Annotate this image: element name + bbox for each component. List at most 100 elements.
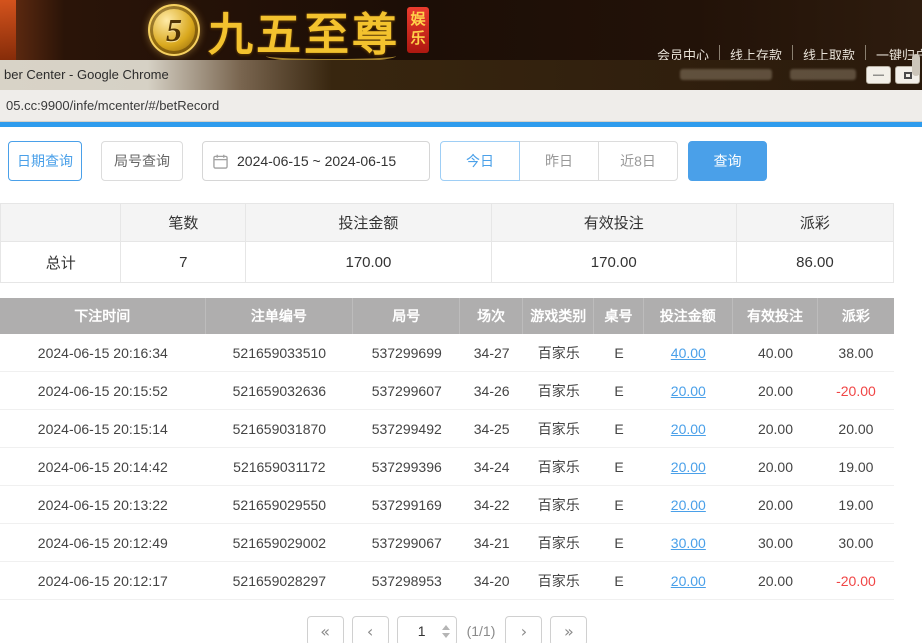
bet-amount-link[interactable]: 20.00 xyxy=(671,497,706,513)
game-type-cell: 百家乐 xyxy=(523,334,595,371)
table-row: 2024-06-15 20:13:22 521659029550 5372991… xyxy=(0,486,894,524)
summary-corner-cell xyxy=(1,204,121,241)
summary-header-valid-bet: 有效投注 xyxy=(492,204,737,241)
date-range-picker[interactable]: 2024-06-15 ~ 2024-06-15 xyxy=(202,141,430,181)
last-8-days-button[interactable]: 近8日 xyxy=(598,141,678,181)
summary-payout-value: 86.00 xyxy=(737,242,893,282)
header-bet-amount: 投注金额 xyxy=(644,298,733,334)
scrollbar-thumb[interactable] xyxy=(912,54,920,76)
valid-bet-cell: 20.00 xyxy=(733,486,818,523)
session-cell: 34-22 xyxy=(460,486,523,523)
game-type-cell: 百家乐 xyxy=(523,448,595,485)
slip-no-cell: 521659033510 xyxy=(206,334,354,371)
game-type-cell: 百家乐 xyxy=(523,372,595,409)
summary-total-row: 总计 7 170.00 170.00 86.00 xyxy=(1,242,893,282)
summary-header-count: 笔数 xyxy=(121,204,246,241)
header-valid-bet: 有效投注 xyxy=(733,298,818,334)
bet-amount-link[interactable]: 30.00 xyxy=(671,535,706,551)
bet-amount-link[interactable]: 20.00 xyxy=(671,421,706,437)
summary-header-bet-amount: 投注金额 xyxy=(246,204,491,241)
header-table-no: 桌号 xyxy=(594,298,643,334)
header-round-no: 局号 xyxy=(353,298,460,334)
yesterday-button[interactable]: 昨日 xyxy=(519,141,599,181)
slip-no-cell: 521659031870 xyxy=(206,410,354,447)
round-query-tab[interactable]: 局号查询 xyxy=(101,141,183,181)
table-no-cell: E xyxy=(594,334,643,371)
restore-icon xyxy=(904,72,912,79)
summary-total-label: 总计 xyxy=(1,242,121,282)
payout-cell: 20.00 xyxy=(818,410,894,447)
logo-flourish-decoration xyxy=(266,50,396,60)
payout-cell: 19.00 xyxy=(818,486,894,523)
spinner-down-icon[interactable] xyxy=(442,633,450,638)
page-info: (1/1) xyxy=(465,623,498,639)
valid-bet-cell: 20.00 xyxy=(733,410,818,447)
background-window-artifact xyxy=(790,69,856,80)
calendar-icon xyxy=(213,154,228,169)
bet-amount-link[interactable]: 20.00 xyxy=(671,573,706,589)
minimize-button[interactable]: — xyxy=(866,66,891,84)
bet-time-cell: 2024-06-15 20:12:49 xyxy=(0,524,206,561)
nav-item-member-center[interactable]: 会员中心 xyxy=(647,45,719,60)
round-no-cell: 537298953 xyxy=(353,562,460,599)
browser-addressbar[interactable]: 05.cc:9900/infe/mcenter/#/betRecord xyxy=(0,90,922,122)
game-type-cell: 百家乐 xyxy=(523,524,595,561)
bet-amount-link[interactable]: 20.00 xyxy=(671,459,706,475)
round-no-cell: 537299396 xyxy=(353,448,460,485)
quick-date-group: 今日 昨日 近8日 xyxy=(440,141,678,181)
table-row: 2024-06-15 20:15:14 521659031870 5372994… xyxy=(0,410,894,448)
spinner-up-icon[interactable] xyxy=(442,625,450,630)
table-row: 2024-06-15 20:15:52 521659032636 5372996… xyxy=(0,372,894,410)
header-game-type: 游戏类别 xyxy=(523,298,595,334)
bet-amount-link[interactable]: 40.00 xyxy=(671,345,706,361)
logo-coin-icon: 5 xyxy=(148,4,200,56)
banner-glow-decoration xyxy=(0,0,16,60)
logo-badge: 娱乐 xyxy=(407,7,429,53)
round-no-cell: 537299169 xyxy=(353,486,460,523)
slip-no-cell: 521659028297 xyxy=(206,562,354,599)
payout-cell: 19.00 xyxy=(818,448,894,485)
table-no-cell: E xyxy=(594,524,643,561)
session-cell: 34-21 xyxy=(460,524,523,561)
session-cell: 34-26 xyxy=(460,372,523,409)
background-window-artifact xyxy=(680,69,772,80)
today-button[interactable]: 今日 xyxy=(440,141,520,181)
table-no-cell: E xyxy=(594,410,643,447)
valid-bet-cell: 30.00 xyxy=(733,524,818,561)
prev-page-button[interactable]: ‹ xyxy=(352,616,389,643)
table-row: 2024-06-15 20:16:34 521659033510 5372996… xyxy=(0,334,894,372)
date-query-tab[interactable]: 日期查询 xyxy=(8,141,82,181)
summary-table: 笔数 投注金额 有效投注 派彩 总计 7 170.00 170.00 86.00 xyxy=(0,203,894,283)
session-cell: 34-20 xyxy=(460,562,523,599)
last-page-button[interactable]: » xyxy=(550,616,587,643)
session-cell: 34-27 xyxy=(460,334,523,371)
table-no-cell: E xyxy=(594,448,643,485)
table-row: 2024-06-15 20:12:17 521659028297 5372989… xyxy=(0,562,894,600)
nav-item-withdraw[interactable]: 线上取款 xyxy=(792,45,865,60)
page-spinner[interactable] xyxy=(442,625,450,638)
slip-no-cell: 521659029550 xyxy=(206,486,354,523)
search-button[interactable]: 查询 xyxy=(688,141,767,181)
header-slip-no: 注单编号 xyxy=(206,298,354,334)
slip-no-cell: 521659029002 xyxy=(206,524,354,561)
session-cell: 34-24 xyxy=(460,448,523,485)
filter-toolbar: 日期查询 局号查询 2024-06-15 ~ 2024-06-15 今日 昨日 … xyxy=(0,141,894,181)
date-range-value: 2024-06-15 ~ 2024-06-15 xyxy=(237,153,396,169)
bet-amount-link[interactable]: 20.00 xyxy=(671,383,706,399)
page-number-input[interactable] xyxy=(404,623,440,639)
site-nav: 会员中心 线上存款 线上取款 一键归户 xyxy=(647,45,922,60)
window-titlebar: ber Center - Google Chrome — xyxy=(0,60,922,90)
first-page-button[interactable]: « xyxy=(307,616,344,643)
round-no-cell: 537299607 xyxy=(353,372,460,409)
logo-coin-number: 5 xyxy=(166,12,182,49)
valid-bet-cell: 20.00 xyxy=(733,372,818,409)
url-text: 05.cc:9900/infe/mcenter/#/betRecord xyxy=(6,98,219,113)
session-cell: 34-25 xyxy=(460,410,523,447)
summary-bet-amount-value: 170.00 xyxy=(246,242,491,282)
next-page-button[interactable]: › xyxy=(505,616,542,643)
nav-item-deposit[interactable]: 线上存款 xyxy=(719,45,792,60)
site-header: 5 九五至尊 娱乐 会员中心 线上存款 线上取款 一键归户 xyxy=(0,0,922,60)
page-input-box xyxy=(397,616,457,643)
slip-no-cell: 521659031172 xyxy=(206,448,354,485)
slip-no-cell: 521659032636 xyxy=(206,372,354,409)
